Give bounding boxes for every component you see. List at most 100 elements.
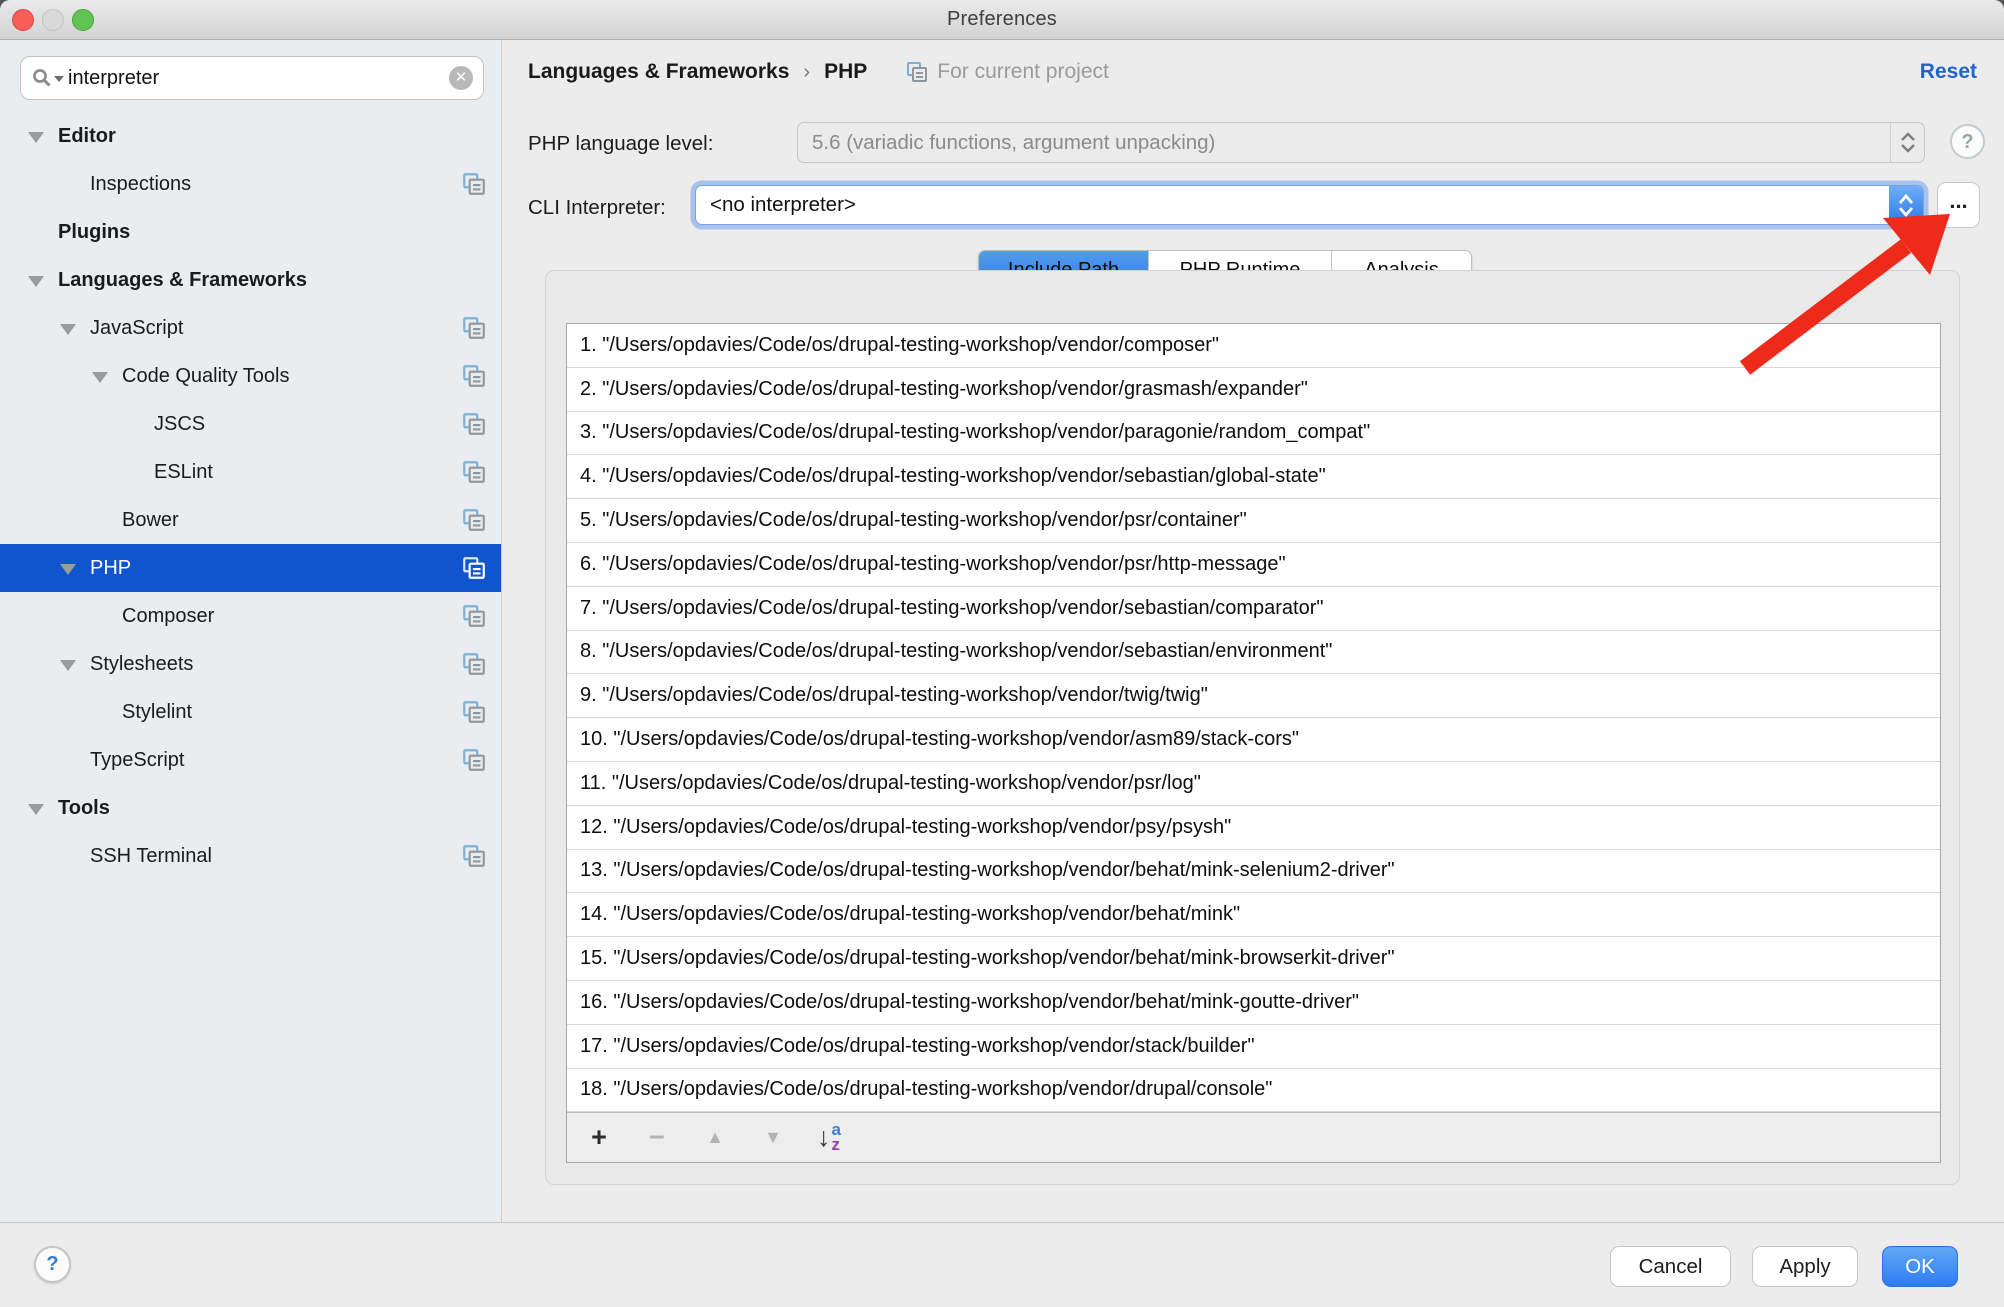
breadcrumb-parent[interactable]: Languages & Frameworks — [528, 60, 789, 84]
browse-interpreters-button[interactable]: ... — [1937, 182, 1980, 228]
copy-settings-icon — [461, 315, 487, 341]
expand-arrow-icon[interactable] — [28, 132, 44, 143]
sidebar-item-label: JavaScript — [90, 317, 183, 340]
sidebar-item-label: ESLint — [154, 461, 213, 484]
sidebar-item-plugins[interactable]: Plugins — [0, 208, 501, 256]
include-path-row[interactable]: 18. "/Users/opdavies/Code/os/drupal-test… — [567, 1069, 1940, 1113]
sort-alphabetically-button[interactable]: ↓az — [817, 1123, 841, 1152]
add-button[interactable]: + — [585, 1122, 613, 1153]
include-path-row[interactable]: 7. "/Users/opdavies/Code/os/drupal-testi… — [567, 587, 1940, 631]
scope-note-text: For current project — [937, 60, 1109, 84]
settings-tree: Editor Inspections Plugins Languages & Fram… — [0, 112, 501, 880]
include-path-row[interactable]: 16. "/Users/opdavies/Code/os/drupal-test… — [567, 981, 1940, 1025]
help-icon[interactable]: ? — [1950, 124, 1985, 159]
include-path-list: 1. "/Users/opdavies/Code/os/drupal-testi… — [567, 324, 1940, 1112]
cli-interpreter-label: CLI Interpreter: — [528, 196, 666, 220]
current-project-icon — [905, 60, 929, 84]
include-path-row[interactable]: 14. "/Users/opdavies/Code/os/drupal-test… — [567, 893, 1940, 937]
sidebar-item-code-quality-tools[interactable]: Code Quality Tools — [0, 352, 501, 400]
sidebar-item-tools[interactable]: Tools — [0, 784, 501, 832]
sidebar-item-stylesheets[interactable]: Stylesheets — [0, 640, 501, 688]
move-up-button[interactable]: ▲ — [701, 1127, 729, 1148]
include-path-row[interactable]: 2. "/Users/opdavies/Code/os/drupal-testi… — [567, 368, 1940, 412]
copy-settings-icon — [461, 507, 487, 533]
search-input[interactable] — [68, 67, 449, 90]
ok-button[interactable]: OK — [1882, 1246, 1958, 1287]
expand-arrow-icon[interactable] — [92, 372, 108, 383]
include-path-row[interactable]: 6. "/Users/opdavies/Code/os/drupal-testi… — [567, 543, 1940, 587]
include-path-row[interactable]: 5. "/Users/opdavies/Code/os/drupal-testi… — [567, 499, 1940, 543]
cancel-button[interactable]: Cancel — [1610, 1246, 1731, 1287]
include-path-row[interactable]: 13. "/Users/opdavies/Code/os/drupal-test… — [567, 850, 1940, 894]
sidebar-item-label: TypeScript — [90, 749, 184, 772]
sidebar-item-php[interactable]: PHP — [0, 544, 501, 592]
include-path-row[interactable]: 17. "/Users/opdavies/Code/os/drupal-test… — [567, 1025, 1940, 1069]
breadcrumb: Languages & Frameworks › PHP For current… — [528, 60, 1109, 84]
include-path-listbox: 1. "/Users/opdavies/Code/os/drupal-testi… — [566, 323, 1941, 1163]
include-path-row[interactable]: 3. "/Users/opdavies/Code/os/drupal-testi… — [567, 412, 1940, 456]
clear-search-icon[interactable]: ✕ — [449, 66, 473, 90]
sidebar-item-stylelint[interactable]: Stylelint — [0, 688, 501, 736]
sidebar-item-label: Composer — [122, 605, 214, 628]
include-path-row[interactable]: 15. "/Users/opdavies/Code/os/drupal-test… — [567, 937, 1940, 981]
expand-arrow-icon[interactable] — [60, 660, 76, 671]
copy-settings-icon — [461, 411, 487, 437]
move-down-button[interactable]: ▼ — [759, 1127, 787, 1148]
language-level-select[interactable]: 5.6 (variadic functions, argument unpack… — [797, 122, 1925, 163]
help-button[interactable]: ? — [34, 1246, 71, 1283]
remove-button[interactable]: − — [643, 1122, 671, 1153]
sidebar-item-javascript[interactable]: JavaScript — [0, 304, 501, 352]
include-path-row[interactable]: 4. "/Users/opdavies/Code/os/drupal-testi… — [567, 455, 1940, 499]
language-level-stepper-icon[interactable] — [1890, 123, 1924, 162]
expand-arrow-icon[interactable] — [28, 276, 44, 287]
sidebar-item-editor[interactable]: Editor — [0, 112, 501, 160]
window-title: Preferences — [0, 8, 2004, 31]
sidebar-item-inspections[interactable]: Inspections — [0, 160, 501, 208]
sidebar-item-label: Tools — [58, 797, 110, 820]
sidebar-item-label: JSCS — [154, 413, 205, 436]
sort-arrow-icon: ↓ — [817, 1124, 831, 1151]
copy-settings-icon — [461, 555, 487, 581]
include-path-row[interactable]: 11. "/Users/opdavies/Code/os/drupal-test… — [567, 762, 1940, 806]
breadcrumb-separator-icon: › — [803, 61, 810, 84]
sidebar-item-ssh-terminal[interactable]: SSH Terminal — [0, 832, 501, 880]
include-path-row[interactable]: 12. "/Users/opdavies/Code/os/drupal-test… — [567, 806, 1940, 850]
sidebar-item-label: Stylesheets — [90, 653, 193, 676]
sidebar-item-label: Plugins — [58, 221, 130, 244]
sidebar-item-label: Languages & Frameworks — [58, 269, 307, 292]
sidebar-item-bower[interactable]: Bower — [0, 496, 501, 544]
copy-settings-icon — [461, 699, 487, 725]
apply-button[interactable]: Apply — [1752, 1246, 1858, 1287]
copy-settings-icon — [461, 459, 487, 485]
search-icon[interactable] — [31, 67, 53, 89]
copy-settings-icon — [461, 171, 487, 197]
copy-settings-icon — [461, 651, 487, 677]
include-path-row[interactable]: 9. "/Users/opdavies/Code/os/drupal-testi… — [567, 674, 1940, 718]
expand-arrow-icon[interactable] — [28, 804, 44, 815]
include-path-row[interactable]: 8. "/Users/opdavies/Code/os/drupal-testi… — [567, 631, 1940, 675]
sidebar-item-label: Editor — [58, 125, 116, 148]
search-options-chevron-icon[interactable] — [54, 76, 64, 82]
cli-interpreter-stepper-icon[interactable] — [1889, 186, 1923, 224]
sidebar-item-typescript[interactable]: TypeScript — [0, 736, 501, 784]
sidebar-item-jscs[interactable]: JSCS — [0, 400, 501, 448]
include-path-row[interactable]: 10. "/Users/opdavies/Code/os/drupal-test… — [567, 718, 1940, 762]
sidebar-item-composer[interactable]: Composer — [0, 592, 501, 640]
expand-arrow-icon[interactable] — [60, 564, 76, 575]
sort-z-glyph: z — [832, 1138, 841, 1152]
scope-note: For current project — [905, 60, 1109, 84]
copy-settings-icon — [461, 747, 487, 773]
reset-link[interactable]: Reset — [1920, 60, 1977, 84]
title-bar: Preferences — [0, 0, 2004, 40]
cli-interpreter-select[interactable]: <no interpreter> — [695, 185, 1924, 225]
language-level-label: PHP language level: — [528, 132, 713, 156]
copy-settings-icon — [461, 843, 487, 869]
sidebar-item-eslint[interactable]: ESLint — [0, 448, 501, 496]
language-level-value: 5.6 (variadic functions, argument unpack… — [798, 131, 1890, 155]
sidebar-item-languages-frameworks[interactable]: Languages & Frameworks — [0, 256, 501, 304]
include-path-row[interactable]: 1. "/Users/opdavies/Code/os/drupal-testi… — [567, 324, 1940, 368]
sidebar-item-label: SSH Terminal — [90, 845, 212, 868]
expand-arrow-icon[interactable] — [60, 324, 76, 335]
php-settings-page: Languages & Frameworks › PHP For current… — [502, 40, 2004, 1222]
settings-search-field[interactable]: ✕ — [20, 56, 484, 100]
